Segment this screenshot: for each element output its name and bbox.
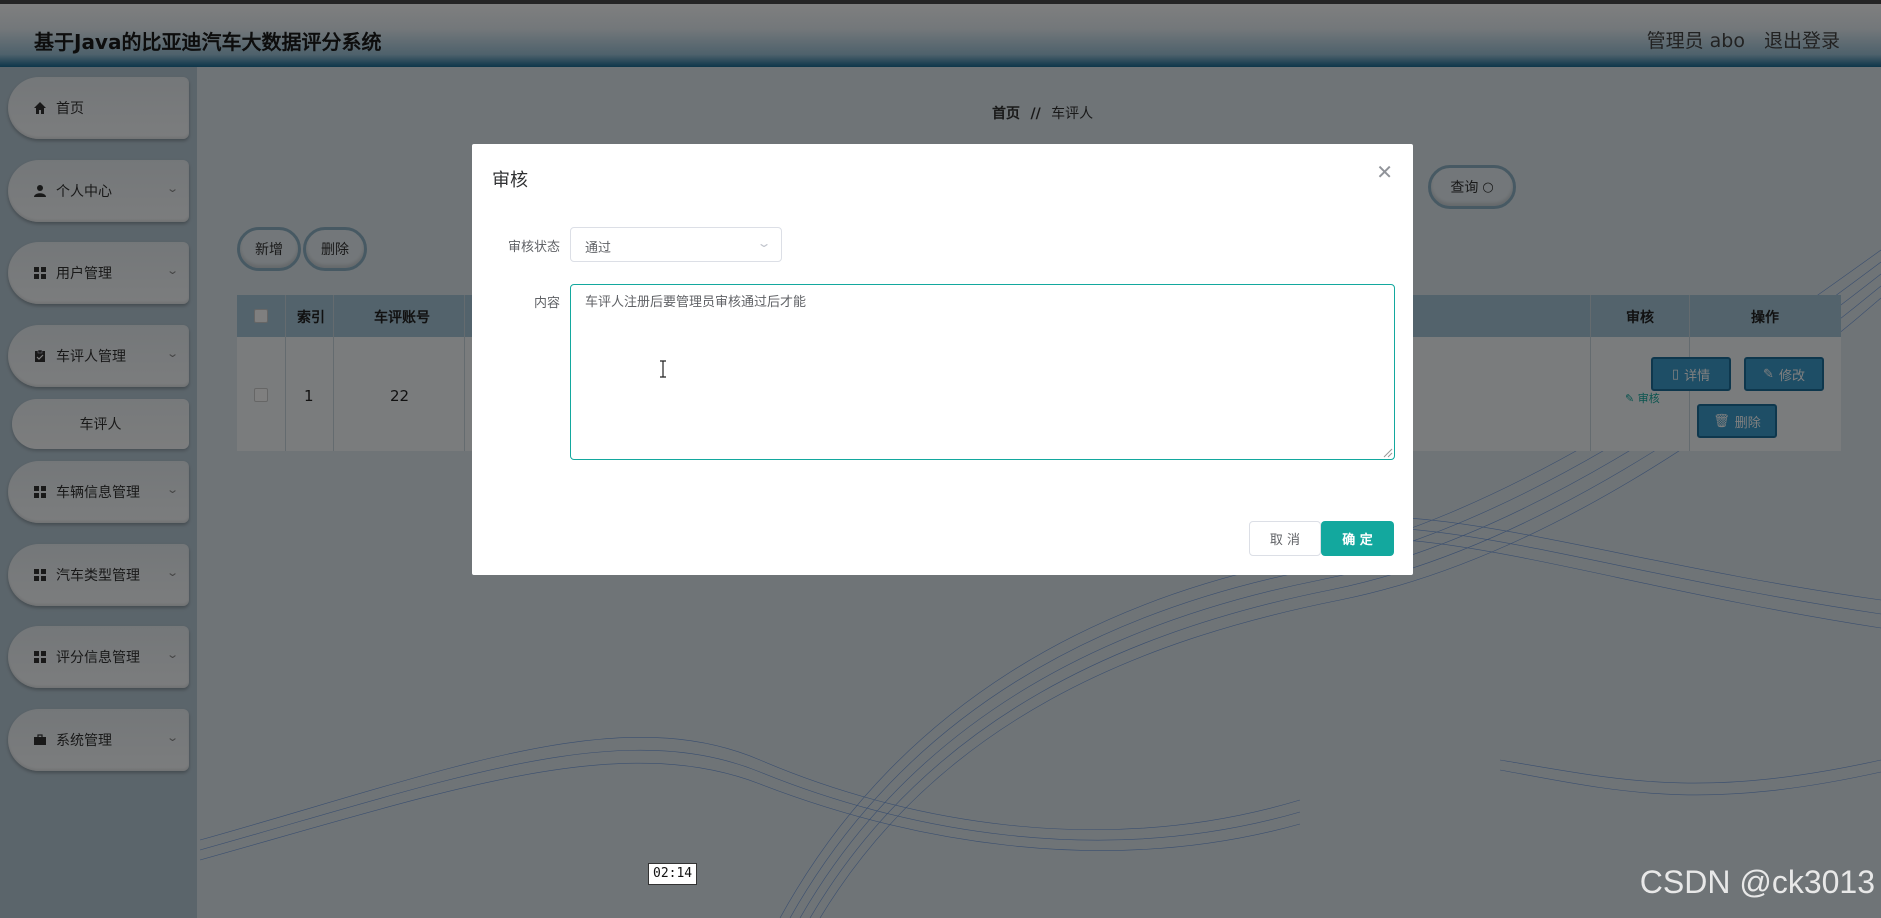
cancel-button[interactable]: 取 消 [1249, 521, 1321, 556]
dialog-title: 审核 [492, 170, 528, 191]
video-timestamp: 02:14 [648, 863, 698, 885]
watermark: CSDN @ck3013 [1639, 864, 1875, 900]
status-select[interactable]: 通过 ⌄ [570, 227, 782, 262]
confirm-button[interactable]: 确 定 [1321, 521, 1394, 556]
content-textarea[interactable]: 车评人注册后要管理员审核通过后才能 [570, 284, 1395, 460]
text-cursor-icon [660, 360, 666, 378]
status-label: 审核状态 [507, 240, 560, 255]
status-select-value: 通过 [585, 241, 612, 256]
close-icon[interactable]: ✕ [1376, 160, 1393, 184]
content-label: 内容 [533, 296, 560, 311]
resize-handle-icon[interactable] [1383, 448, 1393, 458]
audit-dialog: 审核 ✕ 审核状态 通过 ⌄ 内容 车评人注册后要管理员审核通过后才能 取 消 … [472, 144, 1413, 575]
chevron-down-icon: ⌄ [756, 236, 772, 250]
